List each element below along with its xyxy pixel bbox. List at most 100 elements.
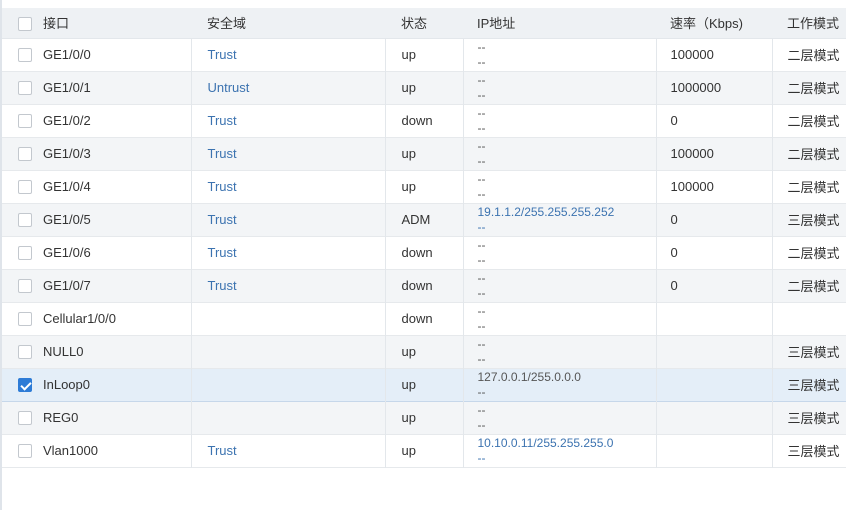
ip-address-link[interactable]: 19.1.1.2/255.255.255.252: [478, 205, 656, 220]
ip-address-cell: 19.1.1.2/255.255.255.252 --: [462, 203, 656, 236]
security-zone-cell: [190, 401, 385, 434]
ip-address-line: --: [477, 54, 486, 69]
security-zone-cell: [190, 302, 385, 335]
interface-state: up: [384, 335, 463, 368]
interface-name: GE1/0/6: [43, 245, 91, 260]
interface-name: GE1/0/3: [43, 146, 91, 161]
security-zone-link: Trust: [190, 203, 385, 236]
ip-address-cell: -- --: [462, 137, 656, 170]
ip-address-line: --: [477, 237, 486, 252]
ip-address-line: --: [477, 120, 486, 135]
row-checkbox[interactable]: [18, 246, 32, 261]
security-zone-link: Trust: [190, 104, 385, 137]
interface-table: 接口 安全域 状态 IP地址 速率（Kbps) 工作模式 GE1/0/0 Tru…: [2, 8, 846, 468]
security-zone-link-text[interactable]: Untrust: [208, 80, 250, 95]
ip-address-cell: -- --: [462, 401, 656, 434]
interface-speed: 0: [655, 236, 772, 269]
ip-address-line: --: [477, 87, 486, 102]
work-mode: 三层模式: [771, 434, 846, 467]
table-row[interactable]: Vlan1000 Trust up 10.10.0.11/255.255.255…: [2, 434, 846, 467]
column-header-ip[interactable]: IP地址: [463, 8, 656, 39]
security-zone-link-text[interactable]: Trust: [208, 146, 237, 161]
row-check-cell: [2, 434, 35, 467]
interface-speed: 100000: [655, 170, 772, 203]
table-row[interactable]: Cellular1/0/0 down -- --: [2, 302, 846, 335]
table-header-row: 接口 安全域 状态 IP地址 速率（Kbps) 工作模式: [2, 8, 846, 39]
ip-address-line: --: [477, 39, 486, 54]
interface-state: up: [384, 368, 463, 401]
security-zone-link-text[interactable]: Trust: [208, 113, 237, 128]
row-checkbox[interactable]: [18, 312, 32, 327]
interface-state: up: [384, 401, 463, 434]
work-mode: [771, 302, 846, 335]
ip-address-cell: -- --: [462, 335, 656, 368]
ip-address-link[interactable]: 10.10.0.11/255.255.255.0: [478, 436, 656, 451]
ip-address-cell: -- --: [462, 38, 656, 71]
table-row[interactable]: GE1/0/3 Trust up -- -- 100000 二层模式: [2, 137, 846, 170]
ip-address-line: --: [477, 252, 486, 267]
security-zone-link: Trust: [190, 38, 385, 71]
security-zone-link: Untrust: [190, 71, 385, 104]
work-mode: 三层模式: [771, 335, 846, 368]
row-checkbox[interactable]: [18, 114, 32, 129]
work-mode: 二层模式: [771, 38, 846, 71]
interface-name: GE1/0/5: [43, 212, 91, 227]
row-checkbox[interactable]: [18, 411, 32, 426]
table-row[interactable]: GE1/0/4 Trust up -- -- 100000 二层模式: [2, 170, 846, 203]
ip-address-line: --: [477, 303, 486, 318]
ip-address-line: 127.0.0.1/255.0.0.0: [477, 369, 581, 384]
interface-speed: [655, 302, 772, 335]
row-checkbox[interactable]: [18, 444, 32, 459]
interface-name: GE1/0/7: [43, 278, 91, 293]
row-checkbox[interactable]: [18, 279, 32, 294]
work-mode: 二层模式: [771, 71, 846, 104]
row-checkbox[interactable]: [18, 213, 32, 228]
ip-address-cell: -- --: [462, 269, 656, 302]
column-header-zone[interactable]: 安全域: [191, 8, 385, 39]
column-header-speed[interactable]: 速率（Kbps): [656, 8, 772, 39]
row-checkbox[interactable]: [18, 345, 32, 360]
ip-address-line: --: [477, 417, 486, 432]
security-zone-link: Trust: [190, 137, 385, 170]
table-row[interactable]: GE1/0/0 Trust up -- -- 100000 二层模式: [2, 38, 846, 71]
ip-address-line: --: [477, 285, 486, 300]
table-row[interactable]: GE1/0/7 Trust down -- -- 0 二层模式: [2, 269, 846, 302]
security-zone-link: Trust: [190, 434, 385, 467]
table-row[interactable]: GE1/0/2 Trust down -- -- 0 二层模式: [2, 104, 846, 137]
ip-address-cell: -- --: [462, 71, 656, 104]
table-row[interactable]: GE1/0/6 Trust down -- -- 0 二层模式: [2, 236, 846, 269]
ip-address-line: --: [477, 384, 486, 399]
table-row[interactable]: NULL0 up -- -- 三层模式: [2, 335, 846, 368]
security-zone-link-text[interactable]: Trust: [208, 245, 237, 260]
row-checkbox[interactable]: [18, 147, 32, 162]
security-zone-link-text[interactable]: Trust: [208, 443, 237, 458]
row-checkbox[interactable]: [18, 48, 32, 63]
column-header-state[interactable]: 状态: [385, 8, 463, 39]
table-row-selected[interactable]: InLoop0 up 127.0.0.1/255.0.0.0 -- 三层模式: [2, 368, 846, 401]
table-row[interactable]: GE1/0/1 Untrust up -- -- 1000000 二层模式: [2, 71, 846, 104]
work-mode: 三层模式: [771, 203, 846, 236]
security-zone-link-text[interactable]: Trust: [208, 179, 237, 194]
security-zone-link-text[interactable]: Trust: [208, 212, 237, 227]
column-header-mode[interactable]: 工作模式: [772, 8, 846, 39]
row-checkbox[interactable]: [18, 81, 32, 96]
table-row[interactable]: GE1/0/5 Trust ADM 19.1.1.2/255.255.255.2…: [2, 203, 846, 236]
row-check-cell: [2, 203, 35, 236]
interface-speed: 0: [655, 203, 772, 236]
row-checkbox-checked[interactable]: [18, 378, 32, 393]
interface-name: NULL0: [43, 344, 84, 359]
ip-address-line: --: [477, 171, 486, 186]
work-mode: 二层模式: [771, 170, 846, 203]
table-row[interactable]: REG0 up -- -- 三层模式: [2, 401, 846, 434]
select-all-checkbox[interactable]: [18, 16, 32, 31]
interface-state: down: [384, 236, 463, 269]
ip-address-line: --: [477, 402, 486, 417]
interface-state: up: [384, 38, 463, 71]
security-zone-link-text[interactable]: Trust: [208, 278, 237, 293]
row-check-cell: [2, 269, 35, 302]
column-header-name[interactable]: 接口: [35, 8, 191, 39]
row-check-cell: [2, 368, 35, 401]
ip-address-line: --: [477, 351, 486, 366]
row-checkbox[interactable]: [18, 180, 32, 195]
security-zone-link-text[interactable]: Trust: [208, 47, 237, 62]
